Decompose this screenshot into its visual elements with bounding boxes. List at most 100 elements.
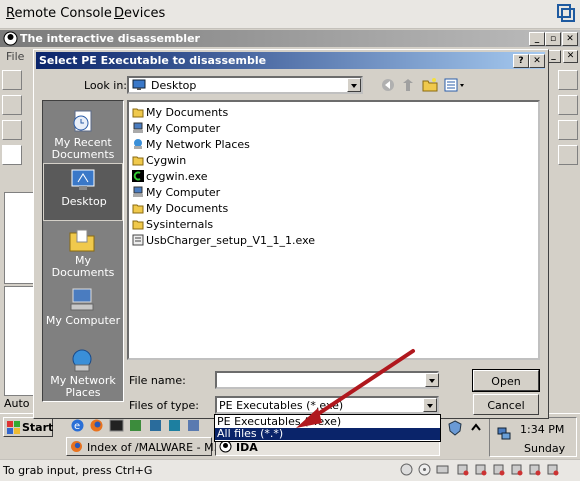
close-button[interactable]: ✕ xyxy=(563,50,578,63)
clock[interactable]: 1:34 PM xyxy=(520,423,564,436)
chevron-down-icon[interactable] xyxy=(423,398,437,412)
cd-icon[interactable] xyxy=(418,463,431,476)
network-icon[interactable] xyxy=(496,425,512,441)
list-item[interactable]: My Documents xyxy=(132,202,228,217)
device-icon[interactable] xyxy=(546,463,559,476)
console-menubar: Remote Console Devices xyxy=(0,0,580,29)
ie-icon[interactable]: e xyxy=(70,418,85,433)
place-label: Desktop xyxy=(61,195,107,208)
new-folder-icon[interactable] xyxy=(422,77,438,93)
look-in-label: Look in: xyxy=(84,79,127,92)
look-in-select[interactable]: Desktop xyxy=(127,76,363,94)
windows-logo-icon xyxy=(7,421,20,434)
task-label: Index of /MALWARE - M... xyxy=(87,441,225,454)
list-item[interactable]: UsbCharger_setup_V1_1_1.exe xyxy=(132,234,315,249)
menu-devices[interactable]: Devices xyxy=(114,6,165,21)
close-button[interactable]: ✕ xyxy=(562,32,578,46)
menu-file[interactable]: File xyxy=(6,50,24,63)
my-computer-icon xyxy=(70,288,94,311)
start-button[interactable]: Start xyxy=(3,417,53,437)
ida-view-panel xyxy=(4,192,36,284)
file-type-option-selected[interactable]: All files (*.*) xyxy=(215,428,440,440)
place-network-places[interactable]: My Network Places xyxy=(43,343,123,401)
menu-remote-console[interactable]: Remote Console xyxy=(6,6,112,21)
device-icon[interactable] xyxy=(528,463,541,476)
file-type-dropdown[interactable]: PE Executables (*.exe) All files (*.*) xyxy=(214,414,441,442)
places-bar: My Recent Documents Desktop My Documents… xyxy=(42,100,124,402)
folder-icon xyxy=(132,156,144,166)
clock-day: Sunday xyxy=(524,442,566,455)
toolbar-icon[interactable] xyxy=(558,120,578,140)
toolbar-input[interactable] xyxy=(2,145,22,165)
place-label: My Documents xyxy=(51,254,115,279)
open-file-dialog: Select PE Executable to disassemble ? ✕ … xyxy=(33,49,549,419)
file-name: Cygwin xyxy=(146,154,187,167)
close-button[interactable]: ✕ xyxy=(529,54,545,68)
chevron-down-icon[interactable] xyxy=(425,373,439,387)
tool-icon[interactable] xyxy=(186,418,201,433)
my-documents-icon xyxy=(132,108,144,118)
console-statusbar: To grab input, press Ctrl+G xyxy=(0,459,580,481)
maximize-button[interactable]: ▫ xyxy=(545,32,561,46)
firefox-icon[interactable] xyxy=(89,418,104,433)
toolbar-icon[interactable] xyxy=(558,95,578,115)
list-item[interactable]: Sysinternals xyxy=(132,218,213,233)
file-name: My Computer xyxy=(146,122,221,135)
usb-icon[interactable] xyxy=(456,463,469,476)
ida-window-title: The interactive disassembler xyxy=(20,32,200,45)
list-item[interactable]: My Documents xyxy=(132,106,228,121)
list-item[interactable]: Cygwin xyxy=(132,154,186,169)
chevron-up-icon[interactable] xyxy=(469,420,483,436)
place-desktop[interactable]: Desktop xyxy=(43,163,123,221)
file-type-select[interactable]: PE Executables (*.exe) xyxy=(215,396,439,414)
disk-icon[interactable] xyxy=(400,463,413,476)
ida-status-mode: Auto xyxy=(4,397,30,410)
cancel-button[interactable]: Cancel xyxy=(473,394,539,415)
file-type-value: PE Executables (*.exe) xyxy=(219,399,344,412)
toolbar-icon[interactable] xyxy=(2,95,22,115)
back-icon[interactable] xyxy=(380,77,396,93)
file-name: My Network Places xyxy=(146,138,250,151)
network-icon[interactable] xyxy=(436,463,449,476)
status-text: To grab input, press Ctrl+G xyxy=(3,464,153,477)
place-label: My Network Places xyxy=(50,374,116,399)
list-item[interactable]: My Computer xyxy=(132,122,220,137)
minimize-button[interactable]: _ xyxy=(529,32,545,46)
run-icon[interactable] xyxy=(2,120,22,140)
desktop-icon xyxy=(132,79,146,90)
list-item[interactable]: cygwin.exe xyxy=(132,170,208,185)
device-icon[interactable] xyxy=(510,463,523,476)
place-recent-documents[interactable]: My Recent Documents xyxy=(43,105,123,163)
file-name: My Documents xyxy=(146,202,229,215)
terminal-icon[interactable] xyxy=(109,418,124,433)
file-name-input[interactable] xyxy=(215,371,439,389)
device-icon[interactable] xyxy=(492,463,505,476)
my-computer-icon xyxy=(133,186,143,197)
tool-icon[interactable] xyxy=(148,418,163,433)
tool-icon[interactable] xyxy=(128,418,143,433)
up-folder-icon[interactable] xyxy=(400,77,416,93)
system-tray: 1:34 PM Sunday xyxy=(489,417,577,457)
file-name: My Documents xyxy=(146,106,229,119)
shield-icon[interactable] xyxy=(447,420,463,436)
open-icon[interactable] xyxy=(2,70,22,90)
place-my-documents[interactable]: My Documents xyxy=(43,223,123,281)
toolbar-icon[interactable] xyxy=(558,70,578,90)
place-label: My Recent Documents xyxy=(51,136,115,161)
my-documents-icon xyxy=(69,229,95,252)
toolbar-icon[interactable] xyxy=(558,145,578,165)
file-type-label: Files of type: xyxy=(129,399,200,412)
place-my-computer[interactable]: My Computer xyxy=(43,283,123,341)
list-item[interactable]: My Network Places xyxy=(132,138,250,153)
help-button[interactable]: ? xyxy=(513,54,529,68)
my-documents-icon xyxy=(132,204,144,214)
desktop-icon xyxy=(71,169,95,190)
list-item[interactable]: My Computer xyxy=(132,186,220,201)
file-list[interactable]: My Documents My Computer My Network Plac… xyxy=(127,100,540,360)
device-icon[interactable] xyxy=(474,463,487,476)
open-button[interactable]: Open xyxy=(472,369,540,392)
view-menu-icon[interactable] xyxy=(444,77,466,93)
tool-icon[interactable] xyxy=(167,418,182,433)
task-firefox[interactable]: Index of /MALWARE - M... xyxy=(66,437,224,456)
chevron-down-icon[interactable] xyxy=(347,78,361,92)
